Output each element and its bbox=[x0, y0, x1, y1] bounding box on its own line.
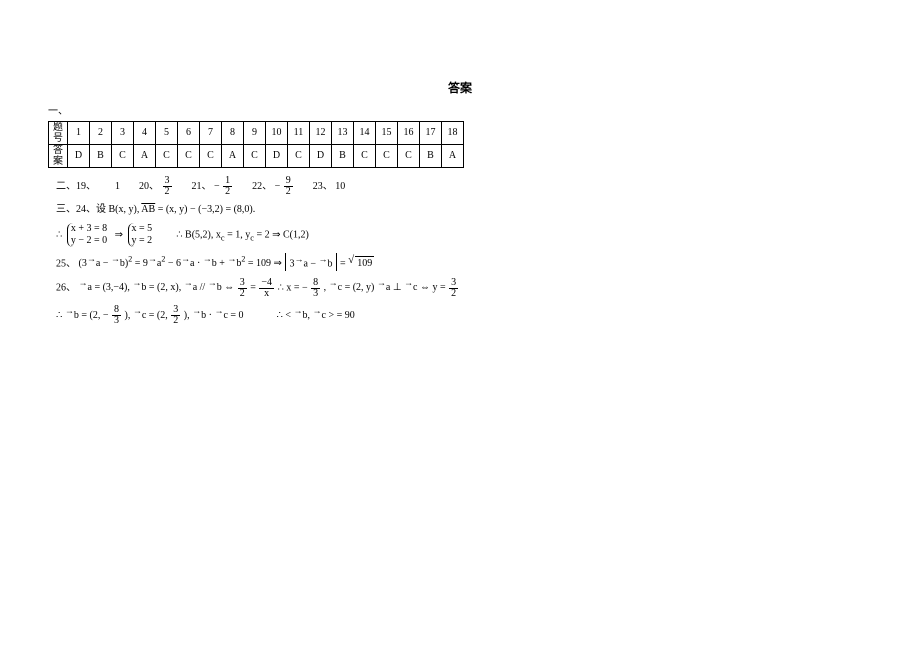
q24-line2: ∴ x + 3 = 8 y − 2 = 0 ⇒ x = 5 y = 2 ∴ B(… bbox=[56, 223, 880, 247]
brace-system1: x + 3 = 8 y − 2 = 0 bbox=[67, 223, 110, 247]
page-title: 答案 bbox=[40, 80, 880, 97]
frac-3-2b: 32 bbox=[449, 278, 458, 299]
q26-p2: ∴ x = − bbox=[277, 282, 307, 293]
q25-eq: = bbox=[340, 258, 348, 269]
frac-20: 32 bbox=[163, 176, 172, 197]
q-num: 12 bbox=[310, 121, 332, 144]
brace-system2: x = 5 y = 2 bbox=[128, 223, 156, 247]
q25-label: 25、 bbox=[56, 258, 76, 269]
l23: 23、 bbox=[313, 181, 333, 192]
q-num: 17 bbox=[420, 121, 442, 144]
q-num: 6 bbox=[178, 121, 200, 144]
q25-line: 25、 (3→a − →b)2 = 9→a2 − 6→a · →b + →b2 … bbox=[56, 253, 880, 271]
q26-l2c: ), →b · →c = 0 bbox=[184, 310, 244, 321]
ans-cell: B bbox=[420, 144, 442, 167]
ans-cell: C bbox=[156, 144, 178, 167]
q26-line2: ∴ →b = (2, − 83 ), →c = (2, 32 ), →b · →… bbox=[56, 305, 880, 327]
q24-line1: 三、24、设 B(x, y), AB = (x, y) − (−3,2) = (… bbox=[56, 203, 880, 217]
q-num: 13 bbox=[332, 121, 354, 144]
q26-p1: →a = (3,−4), →b = (2, x), →a // →b ⇔ bbox=[79, 282, 237, 293]
frac-8-3b: 83 bbox=[112, 305, 121, 326]
q-num: 8 bbox=[222, 121, 244, 144]
vector-ab: AB bbox=[141, 204, 155, 215]
ans-cell: C bbox=[398, 144, 420, 167]
l21: 21、 bbox=[192, 181, 212, 192]
radical-icon: √ bbox=[348, 254, 354, 266]
l22: 22、 bbox=[252, 181, 272, 192]
frac-3-2c: 32 bbox=[171, 305, 180, 326]
frac-8-3: 83 bbox=[311, 278, 320, 299]
a23: 10 bbox=[335, 181, 345, 192]
frac-21: 12 bbox=[223, 176, 232, 197]
row-header-answer: 答案 bbox=[49, 144, 68, 167]
sub-c: c bbox=[250, 233, 254, 242]
a19: 1 bbox=[115, 181, 120, 192]
eq1: = 1, y bbox=[227, 229, 250, 240]
q-num: 2 bbox=[90, 121, 112, 144]
sub-c: c bbox=[221, 233, 225, 242]
q-num: 9 bbox=[244, 121, 266, 144]
ans-cell: D bbox=[266, 144, 288, 167]
q-num: 10 bbox=[266, 121, 288, 144]
ans-cell: D bbox=[68, 144, 90, 167]
ans-cell: D bbox=[310, 144, 332, 167]
q-num: 4 bbox=[134, 121, 156, 144]
ans-cell: C bbox=[288, 144, 310, 167]
table-row: 答案 D B C A C C C A C D C D B C C C B A bbox=[49, 144, 464, 167]
q26-mid: = bbox=[250, 282, 258, 293]
ans-cell: A bbox=[442, 144, 464, 167]
eq2: = 2 ⇒ C(1,2) bbox=[256, 229, 308, 240]
q-num: 11 bbox=[288, 121, 310, 144]
implies-icon: ⇒ bbox=[115, 229, 123, 240]
ans-cell: C bbox=[178, 144, 200, 167]
l20: 20、 bbox=[139, 181, 159, 192]
q25-lhs: (3→a − →b)2 = 9→a2 − 6→a · →b + →b2 = 10… bbox=[79, 258, 285, 269]
q-num: 3 bbox=[112, 121, 134, 144]
s22-sign: − bbox=[275, 181, 281, 192]
answer-page: 答案 一、 题号 1 2 3 4 5 6 7 8 9 10 11 12 13 1… bbox=[0, 0, 920, 326]
frac-neg4-x: −4x bbox=[259, 278, 274, 299]
q26-label: 26、 bbox=[56, 282, 76, 293]
frac-22: 92 bbox=[284, 176, 293, 197]
answer-table: 题号 1 2 3 4 5 6 7 8 9 10 11 12 13 14 15 1… bbox=[48, 121, 464, 168]
therefore-icon: ∴ bbox=[56, 229, 62, 240]
row-header-question: 题号 bbox=[49, 121, 68, 144]
q-num: 14 bbox=[354, 121, 376, 144]
expr24: = (x, y) − (−3,2) = (8,0). bbox=[158, 204, 256, 215]
s3-prefix: 三、24、设 B(x, y), bbox=[56, 204, 139, 215]
table-row: 题号 1 2 3 4 5 6 7 8 9 10 11 12 13 14 15 1… bbox=[49, 121, 464, 144]
q-num: 7 bbox=[200, 121, 222, 144]
q26-l2a: ∴ →b = (2, − bbox=[56, 310, 108, 321]
ans-cell: A bbox=[222, 144, 244, 167]
s2-prefix: 二、19、 bbox=[56, 181, 96, 192]
section1-label: 一、 bbox=[48, 105, 880, 119]
sqrt-val: 109 bbox=[355, 256, 374, 271]
ans-cell: C bbox=[354, 144, 376, 167]
abs-expr: 3→a − →b bbox=[285, 253, 336, 271]
q-num: 5 bbox=[156, 121, 178, 144]
q26-p3: , →c = (2, y) →a ⊥ →c ⇔ y = bbox=[324, 282, 448, 293]
ans-cell: B bbox=[332, 144, 354, 167]
section2-line: 二、19、 1 20、 32 21、 − 12 22、 − 92 23、 10 bbox=[56, 176, 880, 197]
s21-sign: − bbox=[214, 181, 220, 192]
ans-cell: C bbox=[244, 144, 266, 167]
q26-l2d: ∴ < →b, →c > = 90 bbox=[277, 310, 355, 321]
ans-cell: B bbox=[90, 144, 112, 167]
q-num: 15 bbox=[376, 121, 398, 144]
frac-3-2: 32 bbox=[238, 278, 247, 299]
post24: ∴ B(5,2), x bbox=[176, 229, 221, 240]
q26-l2b: ), →c = (2, bbox=[124, 310, 170, 321]
ans-cell: C bbox=[112, 144, 134, 167]
ans-cell: A bbox=[134, 144, 156, 167]
q-num: 16 bbox=[398, 121, 420, 144]
q-num: 1 bbox=[68, 121, 90, 144]
q-num: 18 bbox=[442, 121, 464, 144]
q26-line1: 26、 →a = (3,−4), →b = (2, x), →a // →b ⇔… bbox=[56, 277, 880, 299]
ans-cell: C bbox=[376, 144, 398, 167]
ans-cell: C bbox=[200, 144, 222, 167]
